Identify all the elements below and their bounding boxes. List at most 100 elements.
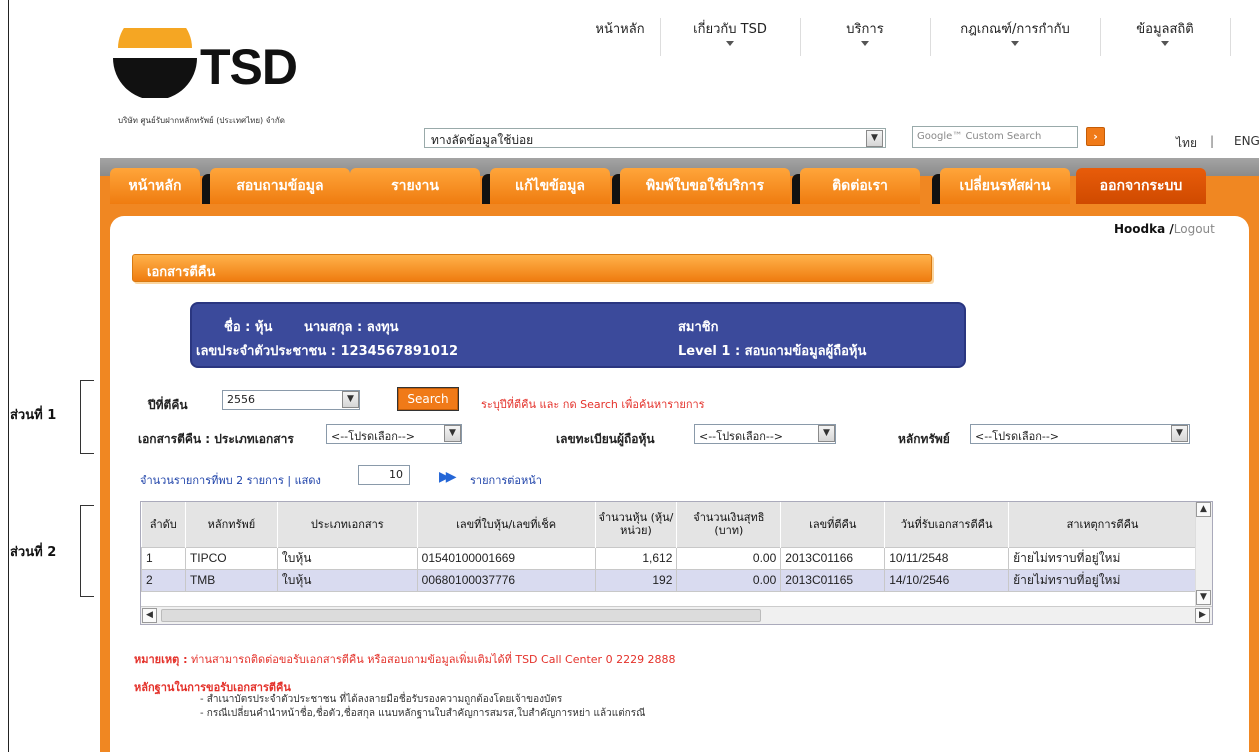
security-label: หลักทรัพย์ <box>898 432 950 446</box>
lang-separator: | <box>1210 134 1215 148</box>
member-level: Level 1 : สอบถามข้อมูลผู้ถือหุ้น <box>678 344 867 359</box>
mainnav-contact[interactable]: ติดต่อเรา <box>792 168 920 204</box>
cell-return-no: 2013C01165 <box>780 568 886 592</box>
topnav-home-label: หน้าหลัก <box>595 22 645 37</box>
table-row[interactable]: 2 TMB ใบหุ้น 00680100037776 192 0.00 201… <box>141 568 1197 592</box>
chevron-down-icon[interactable]: ▼ <box>818 425 835 442</box>
mainnav-edit-label: แก้ไขข้อมูล <box>515 178 585 194</box>
per-page-input[interactable]: 10 <box>358 465 410 485</box>
year-label: ปีที่ตีคืน <box>148 398 188 412</box>
col-header[interactable]: ประเภทเอกสาร <box>277 502 418 547</box>
mainnav-home-label: หน้าหลัก <box>128 178 182 194</box>
mainnav-inquiry[interactable]: สอบถามข้อมูล <box>202 168 350 204</box>
results-table: ลำดับ หลักทรัพย์ ประเภทเอกสาร เลขที่ใบหุ… <box>141 502 1197 592</box>
part1-bracket <box>80 380 94 454</box>
cell-index: 1 <box>141 546 186 570</box>
chevron-down-icon[interactable]: ▼ <box>1196 590 1211 605</box>
result-count: จำนวนรายการที่พบ 2 รายการ | แสดง <box>140 474 321 487</box>
tab-notch <box>482 174 490 204</box>
cell-doc-type: ใบหุ้น <box>276 546 418 570</box>
username: Hoodka <box>1114 222 1166 236</box>
company-name: บริษัท ศูนย์รับฝากหลักทรัพย์ (ประเทศไทย)… <box>118 116 285 125</box>
part2-bracket <box>80 505 94 597</box>
topnav-statistics-label: ข้อมูลสถิติ <box>1136 22 1194 37</box>
topnav-services-label: บริการ <box>846 22 884 37</box>
chevron-down-icon <box>1161 41 1169 46</box>
chevron-down-icon[interactable]: ▼ <box>866 130 883 147</box>
note-text: ท่านสามารถติดต่อขอรับเอกสารตีคืน หรือสอบ… <box>187 653 676 666</box>
chevron-up-icon[interactable]: ▲ <box>1196 502 1211 517</box>
next-page-link[interactable]: รายการต่อหน้า <box>470 471 542 489</box>
topnav-home[interactable]: หน้าหลัก <box>580 18 660 46</box>
member-type: สมาชิก <box>678 320 719 335</box>
cell-reason: ย้ายไม่ทราบที่อยู่ใหม่ <box>1008 568 1197 592</box>
chevron-down-icon[interactable]: ▼ <box>1171 425 1188 442</box>
tab-notch <box>612 174 620 204</box>
chevron-down-icon <box>861 41 869 46</box>
chevron-right-icon[interactable]: ▶ <box>1195 608 1210 623</box>
mainnav-home[interactable]: หน้าหลัก <box>110 168 200 204</box>
search-go-button[interactable]: › <box>1086 127 1105 146</box>
mainnav-change-password-label: เปลี่ยนรหัสผ่าน <box>959 178 1051 194</box>
quick-links-select[interactable]: ทางลัดข้อมูลใช้บ่อย <box>424 128 886 148</box>
year-select[interactable]: 2556 <box>222 390 360 410</box>
chevron-down-icon <box>1011 41 1019 46</box>
topnav-statistics[interactable]: ข้อมูลสถิติ <box>1100 18 1230 46</box>
member-surname: นามสกุล : ลงทุน <box>304 320 399 335</box>
page: TSD บริษัท ศูนย์รับฝากหลักทรัพย์ (ประเทศ… <box>0 0 1259 752</box>
brand-logo-text[interactable]: TSD <box>200 38 298 96</box>
quick-links-value: ทางลัดข้อมูลใช้บ่อย <box>431 133 534 147</box>
col-header[interactable]: หลักทรัพย์ <box>185 502 278 547</box>
chevron-left-icon[interactable]: ◀ <box>142 608 157 623</box>
doc-type-select[interactable]: <--โปรดเลือก--> <box>326 424 462 444</box>
topnav-about[interactable]: เกี่ยวกับ TSD <box>660 18 800 46</box>
proof-item: - สำเนาบัตรประจำตัวประชาชน ที่ได้ลงลายมื… <box>200 694 563 705</box>
fast-forward-icon[interactable]: ▶▶ <box>439 469 456 485</box>
mainnav-contact-label: ติดต่อเรา <box>832 178 888 194</box>
mainnav-inquiry-label: สอบถามข้อมูล <box>236 178 324 194</box>
mainnav-print-form[interactable]: พิมพ์ใบขอใช้บริการ <box>612 168 790 204</box>
chevron-down-icon[interactable]: ▼ <box>444 425 461 442</box>
doc-type-label: เอกสารตีคืน : ประเภทเอกสาร <box>138 432 294 446</box>
cell-index: 2 <box>141 568 186 592</box>
vertical-scrollbar[interactable]: ▲ ▼ <box>1195 502 1212 606</box>
topnav-services[interactable]: บริการ <box>800 18 930 46</box>
logout-link[interactable]: Logout <box>1174 222 1215 236</box>
mainnav-report[interactable]: รายงาน <box>350 168 480 204</box>
tsd-logo-icon[interactable] <box>110 28 200 98</box>
col-header[interactable]: เลขที่ตีคืน <box>780 502 886 547</box>
mainnav-edit[interactable]: แก้ไขข้อมูล <box>482 168 610 204</box>
frame-line <box>8 0 9 752</box>
topnav-regulations[interactable]: กฎเกณฑ์/การกำกับ <box>930 18 1100 46</box>
lang-eng-link[interactable]: ENG <box>1234 134 1259 148</box>
search-button[interactable]: Search <box>397 387 459 411</box>
mainnav-print-form-label: พิมพ์ใบขอใช้บริการ <box>646 178 764 194</box>
user-box: Hoodka /Logout <box>1114 222 1215 236</box>
cell-date: 10/11/2548 <box>884 546 1010 570</box>
scrollbar-thumb[interactable] <box>161 609 761 622</box>
table-header-row: ลำดับ หลักทรัพย์ ประเภทเอกสาร เลขที่ใบหุ… <box>141 502 1197 547</box>
mainnav-change-password[interactable]: เปลี่ยนรหัสผ่าน <box>932 168 1070 204</box>
part2-label: ส่วนที่ 2 <box>10 545 57 560</box>
mainnav-logout[interactable]: ออกจากระบบ <box>1076 168 1206 204</box>
topnav-about-label: เกี่ยวกับ TSD <box>693 22 767 37</box>
chevron-down-icon[interactable]: ▼ <box>342 391 359 408</box>
main-nav: หน้าหลัก สอบถามข้อมูล รายงาน แก้ไขข้อมูล… <box>100 158 1259 204</box>
cell-reason: ย้ายไม่ทราบที่อยู่ใหม่ <box>1008 546 1197 570</box>
col-header[interactable]: วันที่รับเอกสารตีคืน <box>884 502 1010 547</box>
col-header[interactable]: ลำดับ <box>141 502 186 547</box>
google-search-input[interactable]: Google™ Custom Search <box>912 126 1078 148</box>
cell-cert-no: 01540100001669 <box>416 546 596 570</box>
top-nav: หน้าหลัก เกี่ยวกับ TSD บริการ กฎเกณฑ์/กา… <box>540 18 1259 56</box>
col-header[interactable]: จำนวนเงินสุทธิ (บาท) <box>676 502 782 547</box>
tab-notch <box>202 174 210 204</box>
col-header[interactable]: สาเหตุการตีคืน <box>1008 502 1197 547</box>
col-header[interactable]: จำนวนหุ้น (หุ้น/หน่วย) <box>595 502 678 547</box>
security-select[interactable]: <--โปรดเลือก--> <box>970 424 1190 444</box>
col-header[interactable]: เลขที่ใบหุ้น/เลขที่เช็ค <box>417 502 596 547</box>
holder-select[interactable]: <--โปรดเลือก--> <box>694 424 836 444</box>
horizontal-scrollbar[interactable]: ◀ ▶ <box>141 606 1212 624</box>
chevron-down-icon <box>726 41 734 46</box>
lang-thai-link[interactable]: ไทย <box>1176 134 1197 153</box>
table-row[interactable]: 1 TIPCO ใบหุ้น 01540100001669 1,612 0.00… <box>141 546 1197 570</box>
